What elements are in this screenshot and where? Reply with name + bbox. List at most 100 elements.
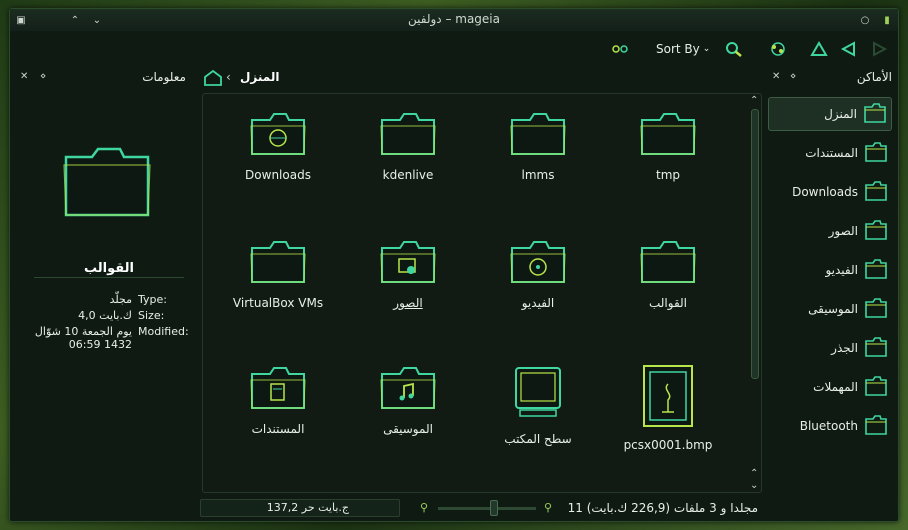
home-icon[interactable] [204, 69, 222, 87]
file-item[interactable]: lmms [473, 110, 603, 182]
forward-button[interactable] [870, 39, 888, 59]
window-title: دولفين – mageia [408, 12, 500, 26]
places-item[interactable]: المنزل [768, 97, 892, 131]
title-bar: ▣ ⌃ ⌄ دولفين – mageia ○ ▮ [10, 9, 898, 31]
sort-by-button[interactable]: Sort By ⌄ [656, 39, 710, 59]
file-item[interactable]: pcsx0001.bmp [603, 364, 733, 452]
scroll-up-small-icon[interactable]: ⌃ [750, 468, 758, 479]
documents-folder-icon [864, 141, 888, 166]
places-item-label: الصور [828, 224, 858, 238]
file-item-label: tmp [655, 168, 680, 182]
image-file-icon [603, 364, 733, 428]
info-key: Type: [138, 293, 167, 306]
file-item-label: الفيديو [521, 296, 555, 310]
breadcrumb-separator-icon: ‹ [226, 70, 231, 84]
search-button[interactable] [724, 39, 744, 59]
file-item[interactable]: الموسيقى [343, 364, 473, 436]
folder-documents-icon [213, 364, 343, 412]
scroll-down-icon[interactable]: ⌄ [750, 480, 758, 491]
back-arrow-icon [840, 41, 855, 57]
pictures-folder-icon [864, 219, 888, 244]
file-item[interactable]: سطح المكتب [473, 364, 603, 446]
places-item-label: Downloads [792, 185, 858, 199]
split-view-icon [612, 45, 628, 53]
info-panel: القوالب مجلّد Type: 4,0 ك.بايت Size: يوم… [14, 67, 192, 517]
places-item-label: الجذر [831, 341, 858, 355]
places-item-label: الفيديو [825, 263, 858, 277]
breadcrumb-location[interactable]: المنزل [240, 70, 279, 84]
bluetooth-icon [864, 414, 888, 439]
file-item-label: سطح المكتب [504, 432, 572, 446]
trash-icon [864, 375, 888, 400]
info-value: مجلّد [109, 293, 132, 306]
file-item[interactable]: Downloads [213, 110, 343, 182]
back-button[interactable] [840, 39, 858, 59]
places-item-label: المهملات [813, 380, 858, 394]
file-item[interactable]: المستندات [213, 364, 343, 436]
free-space-indicator[interactable]: 137,2 ج.بايت حر [200, 499, 400, 517]
file-item-label: Downloads [245, 168, 311, 182]
file-item-label: المستندات [251, 422, 305, 436]
view-scrollbar[interactable]: ⌃ ⌃ ⌄ [748, 93, 762, 493]
status-summary: 11 مجلدا و 3 ملفات (226,9 ك.بايت) [567, 501, 758, 515]
folder-icon [343, 110, 473, 158]
video-folder-icon [864, 258, 888, 283]
search-icon [726, 42, 742, 57]
places-item[interactable]: الموسيقى [768, 292, 892, 326]
sort-by-label: Sort By [656, 42, 700, 56]
folder-icon [603, 238, 733, 286]
view-mode-icon [771, 42, 785, 56]
file-item[interactable]: الفيديو [473, 238, 603, 310]
places-item-label: الموسيقى [808, 302, 858, 316]
places-item[interactable]: المستندات [768, 136, 892, 170]
folder-icon [213, 238, 343, 286]
zoom-slider-handle[interactable] [490, 500, 498, 516]
zoom-slider-track[interactable] [438, 507, 536, 510]
file-item-label: القوالب [648, 296, 688, 310]
dolphin-window: ▣ ⌃ ⌄ دولفين – mageia ○ ▮ Sort By ⌄ ✕ ⋄ … [9, 8, 899, 522]
forward-arrow-icon [873, 41, 888, 57]
zoom-in-icon[interactable]: ⚲ [544, 501, 552, 514]
places-item[interactable]: Bluetooth [768, 409, 892, 443]
scroll-thumb[interactable] [751, 109, 759, 379]
places-item[interactable]: المهملات [768, 370, 892, 404]
split-view-button[interactable] [610, 39, 630, 59]
info-key: Modified: [138, 325, 189, 338]
file-item[interactable]: kdenlive [343, 110, 473, 182]
file-item[interactable]: VirtualBox VMs [213, 238, 343, 310]
folder-downloads-icon [213, 110, 343, 158]
places-item-label: المستندات [805, 146, 858, 160]
file-item-label: الموسيقى [383, 422, 433, 436]
breadcrumb: ‹ المنزل [200, 67, 760, 91]
places-item[interactable]: Downloads [768, 175, 892, 209]
folder-video-icon [473, 238, 603, 286]
scroll-up-icon[interactable]: ⌃ [750, 95, 758, 106]
status-bar: 137,2 ج.بايت حر ⚲ ⚲ 11 مجلدا و 3 ملفات (… [200, 497, 760, 519]
toolbar: Sort By ⌄ [10, 31, 898, 67]
view-mode-button[interactable] [766, 39, 790, 59]
file-item-label: الصور [393, 296, 423, 310]
close-window-icon[interactable]: ▮ [880, 13, 894, 27]
info-value: 4,0 ك.بايت [78, 309, 132, 322]
info-value: يوم الجمعة 10 شوّال 1432 06:59 [34, 325, 132, 351]
file-item[interactable]: الصور [343, 238, 473, 310]
folder-icon [473, 110, 603, 158]
home-icon [863, 102, 887, 127]
file-item[interactable]: القوالب [603, 238, 733, 310]
file-item[interactable]: tmp [603, 110, 733, 182]
zoom-out-icon[interactable]: ⚲ [420, 501, 428, 514]
places-item-label: المنزل [824, 107, 857, 121]
file-view[interactable]: Downloads kdenlive lmms tmp VirtualBox VMs ال… [202, 93, 762, 493]
file-item-label: VirtualBox VMs [232, 296, 324, 310]
places-item[interactable]: الجذر [768, 331, 892, 365]
up-button[interactable] [810, 39, 828, 59]
minimize-icon[interactable]: ○ [858, 13, 872, 27]
info-item-name: القوالب [84, 261, 134, 276]
music-folder-icon [864, 297, 888, 322]
desktop-icon [473, 364, 603, 422]
folder-music-icon [343, 364, 473, 412]
places-item[interactable]: الفيديو [768, 253, 892, 287]
file-item-label: pcsx0001.bmp [623, 438, 713, 452]
info-separator [34, 277, 184, 278]
places-item[interactable]: الصور [768, 214, 892, 248]
